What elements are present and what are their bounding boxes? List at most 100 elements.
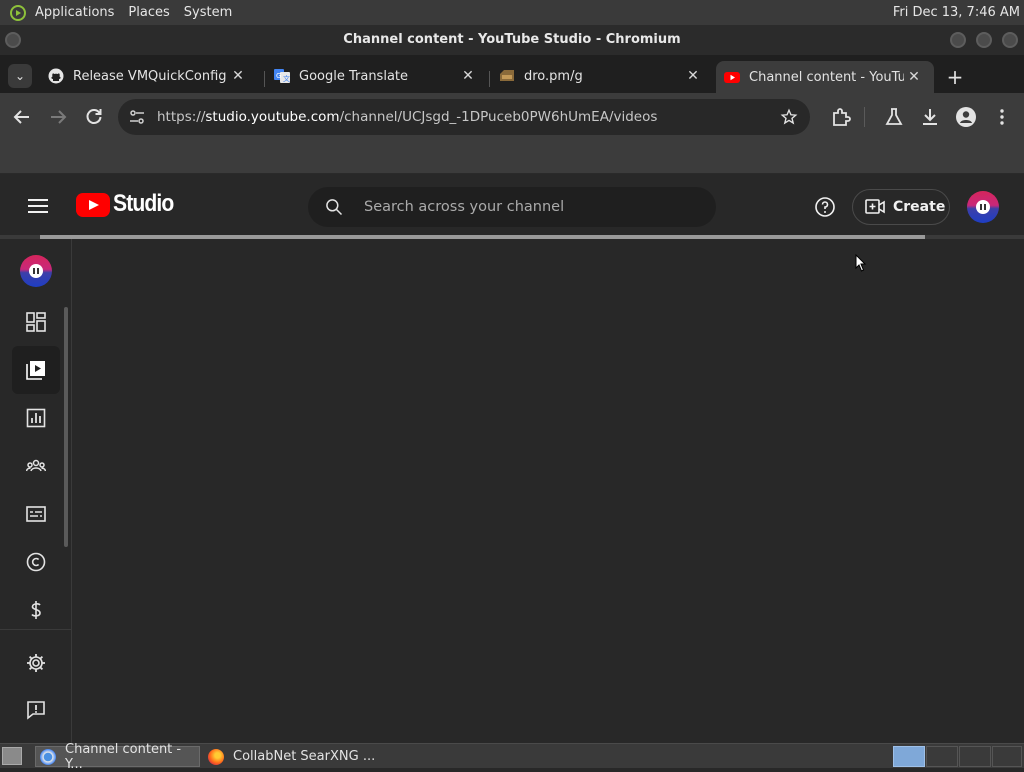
show-desktop-icon[interactable] (2, 747, 22, 765)
account-avatar[interactable] (967, 191, 999, 223)
arrow-left-icon (13, 110, 29, 124)
tab-youtube-studio[interactable]: Channel content - YouTube Studio ✕ (716, 61, 934, 93)
places-menu[interactable]: Places (121, 0, 176, 25)
back-button[interactable] (10, 105, 34, 129)
nav-subtitles[interactable] (12, 490, 60, 538)
tab-title: Channel content - YouTube Studio (749, 69, 904, 85)
system-menu[interactable]: System (177, 0, 239, 25)
close-window-button[interactable] (1002, 32, 1018, 48)
subtitles-icon (26, 506, 46, 522)
workspace-switcher-1[interactable] (893, 746, 925, 767)
dashboard-icon (26, 312, 46, 332)
close-tab-icon[interactable]: ✕ (683, 68, 703, 84)
workspace-switcher-2[interactable] (926, 746, 958, 767)
help-icon[interactable] (813, 195, 837, 219)
window-titlebar[interactable]: Channel content - YouTube Studio - Chrom… (0, 25, 1024, 55)
flask-icon (885, 108, 903, 125)
create-label: Create (893, 199, 946, 215)
person-icon (956, 107, 976, 127)
close-tab-icon[interactable]: ✕ (904, 69, 924, 85)
nav-content[interactable] (12, 346, 60, 394)
forward-button[interactable] (46, 105, 70, 129)
tab-separator (264, 71, 265, 87)
top-panel: Applications Places System Fri Dec 13, 7… (0, 0, 1024, 25)
feedback-icon (27, 701, 45, 720)
taskbar-item-label: Channel content - Y... (65, 741, 182, 772)
minimize-button[interactable] (950, 32, 966, 48)
studio-header: Studio Search across your channel Create (0, 174, 1024, 238)
applications-menu[interactable]: Applications (28, 0, 121, 25)
nav-settings[interactable] (12, 639, 60, 687)
main-content (72, 239, 1024, 743)
workspace-switcher-3[interactable] (959, 746, 991, 767)
github-icon (48, 68, 64, 84)
nav-earn[interactable] (12, 586, 60, 634)
sidebar-divider (0, 629, 72, 630)
arrow-right-icon (51, 110, 67, 124)
taskbar-item-firefox[interactable]: CollabNet SearXNG ... (204, 746, 379, 767)
nav-dashboard[interactable] (12, 298, 60, 346)
tab-title: dro.pm/g (524, 68, 583, 84)
tab-title: Release VMQuickConfig 1.6 (73, 68, 228, 84)
new-tab-button[interactable]: + (944, 66, 966, 88)
studio-logo-text[interactable]: Studio (113, 190, 174, 218)
workspace-switcher-4[interactable] (992, 746, 1022, 767)
youtube-logo-icon[interactable] (76, 193, 110, 217)
youtube-icon (724, 72, 740, 83)
close-tab-icon[interactable]: ✕ (458, 68, 478, 84)
nav-community[interactable] (12, 442, 60, 490)
star-icon[interactable] (780, 108, 798, 126)
tab-google-translate[interactable]: G文 Google Translate ✕ (266, 61, 484, 91)
gear-icon (27, 654, 45, 672)
tab-dropm[interactable]: dro.pm/g ✕ (491, 61, 709, 91)
mouse-cursor-icon (855, 254, 867, 272)
svg-text:G: G (276, 72, 281, 80)
tab-separator (489, 71, 490, 87)
extensions-button[interactable] (829, 105, 853, 129)
taskbar: Channel content - Y... CollabNet SearXNG… (0, 742, 1024, 772)
svg-text:文: 文 (283, 74, 290, 83)
downloads-button[interactable] (918, 105, 942, 129)
url-text[interactable]: https://studio.youtube.com/channel/UCJsg… (157, 99, 657, 135)
nav-analytics[interactable] (12, 394, 60, 442)
window-menu-icon[interactable] (5, 32, 21, 48)
copyright-icon (26, 552, 46, 572)
tab-github[interactable]: Release VMQuickConfig 1.6 ✕ (40, 61, 258, 91)
close-tab-icon[interactable]: ✕ (228, 68, 248, 84)
labs-button[interactable] (882, 105, 906, 129)
taskbar-item-label: CollabNet SearXNG ... (233, 749, 376, 764)
chromium-icon (40, 748, 56, 765)
bookmark-bar (0, 141, 1024, 174)
create-button[interactable]: Create (852, 189, 950, 225)
search-icon (326, 199, 343, 216)
toolbar-separator (864, 107, 865, 127)
firefox-icon (208, 748, 224, 765)
analytics-icon (26, 408, 46, 428)
reload-icon (86, 109, 102, 124)
download-icon (923, 109, 937, 125)
profile-button[interactable] (954, 105, 978, 129)
clock[interactable]: Fri Dec 13, 7:46 AM (893, 0, 1020, 25)
tab-search-button[interactable]: ⌄ (8, 64, 32, 88)
hamburger-menu-icon[interactable] (28, 199, 48, 213)
content-icon (26, 361, 45, 380)
search-placeholder: Search across your channel (364, 199, 565, 215)
dollar-icon (31, 601, 41, 619)
kebab-menu-icon (1000, 109, 1004, 125)
plus-icon: + (946, 65, 964, 89)
nav-feedback[interactable] (12, 686, 60, 734)
taskbar-item-chromium[interactable]: Channel content - Y... (35, 742, 200, 772)
channel-avatar[interactable] (20, 255, 52, 287)
browser-toolbar: https://studio.youtube.com/channel/UCJsg… (0, 93, 1024, 141)
community-icon (26, 459, 46, 472)
maximize-button[interactable] (976, 32, 992, 48)
browser-menu-button[interactable] (990, 105, 1014, 129)
address-bar[interactable]: https://studio.youtube.com/channel/UCJsg… (118, 99, 810, 135)
sidebar-scrollbar[interactable] (64, 307, 68, 547)
nav-copyright[interactable] (12, 538, 60, 586)
site-info-icon[interactable] (128, 108, 146, 126)
channel-search-input[interactable]: Search across your channel (308, 187, 716, 227)
distro-logo-icon[interactable] (10, 4, 26, 21)
tab-strip: ⌄ Release VMQuickConfig 1.6 ✕ G文 Google … (0, 55, 1024, 93)
reload-button[interactable] (82, 105, 106, 129)
